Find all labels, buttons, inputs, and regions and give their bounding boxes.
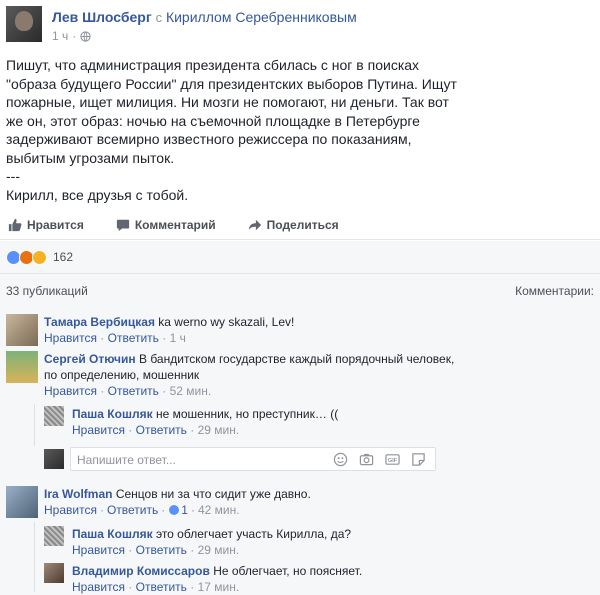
- post-text-line: задерживают всемирно известного режиссер…: [6, 131, 412, 147]
- reply-meta: Нравится · Ответить · 17 мин.: [72, 580, 240, 594]
- post-text-line: пожарные, ищет милиция. Ни мозги не помо…: [6, 94, 449, 110]
- post-author-name[interactable]: Лев Шлосберг: [52, 9, 152, 25]
- reply-time[interactable]: 29 мин.: [198, 543, 240, 557]
- reply-author[interactable]: Владимир Комиссаров: [72, 564, 210, 578]
- share-label: Поделиться: [266, 217, 339, 232]
- comment-like-link[interactable]: Нравится: [44, 331, 97, 345]
- comment-button[interactable]: Комментарий: [116, 218, 216, 232]
- reply-reply-link[interactable]: Ответить: [136, 580, 187, 594]
- reactions-summary[interactable]: 162: [0, 241, 600, 273]
- comment-body: Сергей Отючин В бандитском государстве к…: [44, 351, 584, 383]
- comment-reply-link[interactable]: Ответить: [108, 331, 159, 345]
- gif-icon[interactable]: GIF: [385, 452, 400, 467]
- comment-like-count[interactable]: 1: [181, 503, 188, 517]
- post-text-line: ---: [6, 168, 20, 184]
- reply-input-box[interactable]: Напишите ответ... GIF: [70, 447, 436, 471]
- reply-meta: Нравится · Ответить · 29 мин.: [72, 423, 240, 437]
- reply-avatar[interactable]: [44, 563, 64, 583]
- share-button[interactable]: Поделиться: [248, 218, 339, 232]
- comment-body: Тамара Вербицкая ka werno wy skazali, Le…: [44, 314, 584, 330]
- post-body: Пишут, что администрация президента сбил…: [6, 56, 590, 204]
- privacy-globe-icon[interactable]: [80, 30, 91, 42]
- comment-author[interactable]: Сергей Отючин: [44, 352, 136, 366]
- reply-author[interactable]: Паша Кошляк: [72, 407, 153, 421]
- thread-line: [34, 404, 35, 446]
- comment-reply-link[interactable]: Ответить: [108, 384, 159, 398]
- with-word: с: [155, 10, 163, 25]
- reply-meta: Нравится · Ответить · 29 мин.: [72, 543, 240, 557]
- comment-label: Комментарий: [134, 217, 216, 232]
- comment-like-link[interactable]: Нравится: [44, 503, 97, 517]
- comment-avatar[interactable]: [6, 314, 38, 346]
- reply-like-link[interactable]: Нравится: [72, 543, 125, 557]
- reply-text: Не облегчает, но поясняет.: [213, 564, 363, 578]
- comment-time[interactable]: 42 мин.: [198, 503, 240, 517]
- like-label: Нравится: [27, 217, 84, 232]
- comment-reply-link[interactable]: Ответить: [107, 503, 158, 517]
- reply-author[interactable]: Паша Кошляк: [72, 527, 153, 541]
- post-action-bar: Нравится Комментарий Поделиться: [0, 210, 600, 240]
- comment-text: ka werno wy skazali, Lev!: [158, 315, 295, 329]
- post-time[interactable]: 1 ч: [52, 29, 68, 43]
- comment-avatar[interactable]: [6, 486, 38, 518]
- comment-text-cont: по определению, мошенник: [44, 368, 200, 382]
- tagged-person[interactable]: Кириллом Серебренниковым: [166, 9, 357, 25]
- post-text-line: Пишут, что администрация президента сбил…: [6, 57, 420, 73]
- comments-order-label[interactable]: Комментарии:: [515, 284, 594, 298]
- comment-icon: [116, 219, 129, 231]
- svg-text:GIF: GIF: [388, 458, 398, 464]
- sad-reaction-icon: [32, 249, 47, 265]
- reply-body: Паша Кошляк это облегчает участь Кирилла…: [72, 526, 582, 542]
- comment-author[interactable]: Ira Wolfman: [44, 487, 112, 501]
- comment-text: Сенцов ни за что сидит уже давно.: [115, 487, 311, 501]
- comment-time[interactable]: 52 мин.: [170, 384, 212, 398]
- thumbs-up-icon: [8, 218, 22, 231]
- post-meta: 1 ч ·: [52, 29, 91, 43]
- reply-time[interactable]: 17 мин.: [198, 580, 240, 594]
- comment-like-reaction-icon: [168, 504, 181, 516]
- comment-like-link[interactable]: Нравится: [44, 384, 97, 398]
- comment-body: Ira Wolfman Сенцов ни за что сидит уже д…: [44, 486, 584, 502]
- post-text-line: "образа будущего России" для президентск…: [6, 75, 457, 92]
- reply-avatar[interactable]: [44, 406, 64, 426]
- comment-text: В бандитском государстве каждый порядочн…: [139, 352, 455, 366]
- share-arrow-icon: [248, 219, 261, 230]
- reply-text: не мошенник, но преступник… ((: [155, 407, 339, 421]
- reply-time[interactable]: 29 мин.: [198, 423, 240, 437]
- reply-input-placeholder[interactable]: Напишите ответ...: [77, 453, 176, 467]
- reply-like-link[interactable]: Нравится: [72, 423, 125, 437]
- camera-icon[interactable]: [359, 452, 374, 467]
- shares-count[interactable]: 33 публикаций: [6, 284, 88, 298]
- comment-avatar[interactable]: [6, 351, 38, 383]
- comment-meta: Нравится · Ответить · 1 ч: [44, 331, 186, 345]
- comment-time[interactable]: 1 ч: [170, 331, 186, 345]
- reply-text: это облегчает участь Кирилла, да?: [155, 527, 352, 541]
- comments-header: 33 публикаций Комментарии:: [0, 273, 600, 307]
- emoji-icon[interactable]: [333, 452, 348, 467]
- sticker-icon[interactable]: [411, 452, 426, 467]
- post-text-line: выбитым угрозами пыток.: [6, 149, 175, 166]
- comment-meta: Нравится · Ответить · 52 мин.: [44, 384, 212, 398]
- reply-like-link[interactable]: Нравится: [72, 580, 125, 594]
- comment-author[interactable]: Тамара Вербицкая: [44, 315, 155, 329]
- post-text-line: же он, этот образ: ночью на съемочной пл…: [6, 112, 420, 129]
- current-user-avatar: [44, 449, 64, 469]
- reactions-count[interactable]: 162: [53, 250, 73, 264]
- post-author-line: Лев Шлосберг с Кириллом Серебренниковым: [52, 9, 357, 25]
- reply-reply-link[interactable]: Ответить: [136, 423, 187, 437]
- reply-body: Паша Кошляк не мошенник, но преступник… …: [72, 406, 582, 422]
- comment-meta: Нравится · Ответить · 1 · 42 мин.: [44, 503, 240, 517]
- reply-reply-link[interactable]: Ответить: [136, 543, 187, 557]
- reply-body: Владимир Комиссаров Не облегчает, но поя…: [72, 563, 582, 579]
- post-text-line: Кирилл, все друзья с тобой.: [6, 186, 189, 203]
- author-avatar[interactable]: [6, 6, 42, 42]
- like-button[interactable]: Нравится: [8, 218, 84, 232]
- thread-line: [34, 522, 35, 592]
- reply-avatar[interactable]: [44, 526, 64, 546]
- dot-separator: ·: [72, 29, 77, 43]
